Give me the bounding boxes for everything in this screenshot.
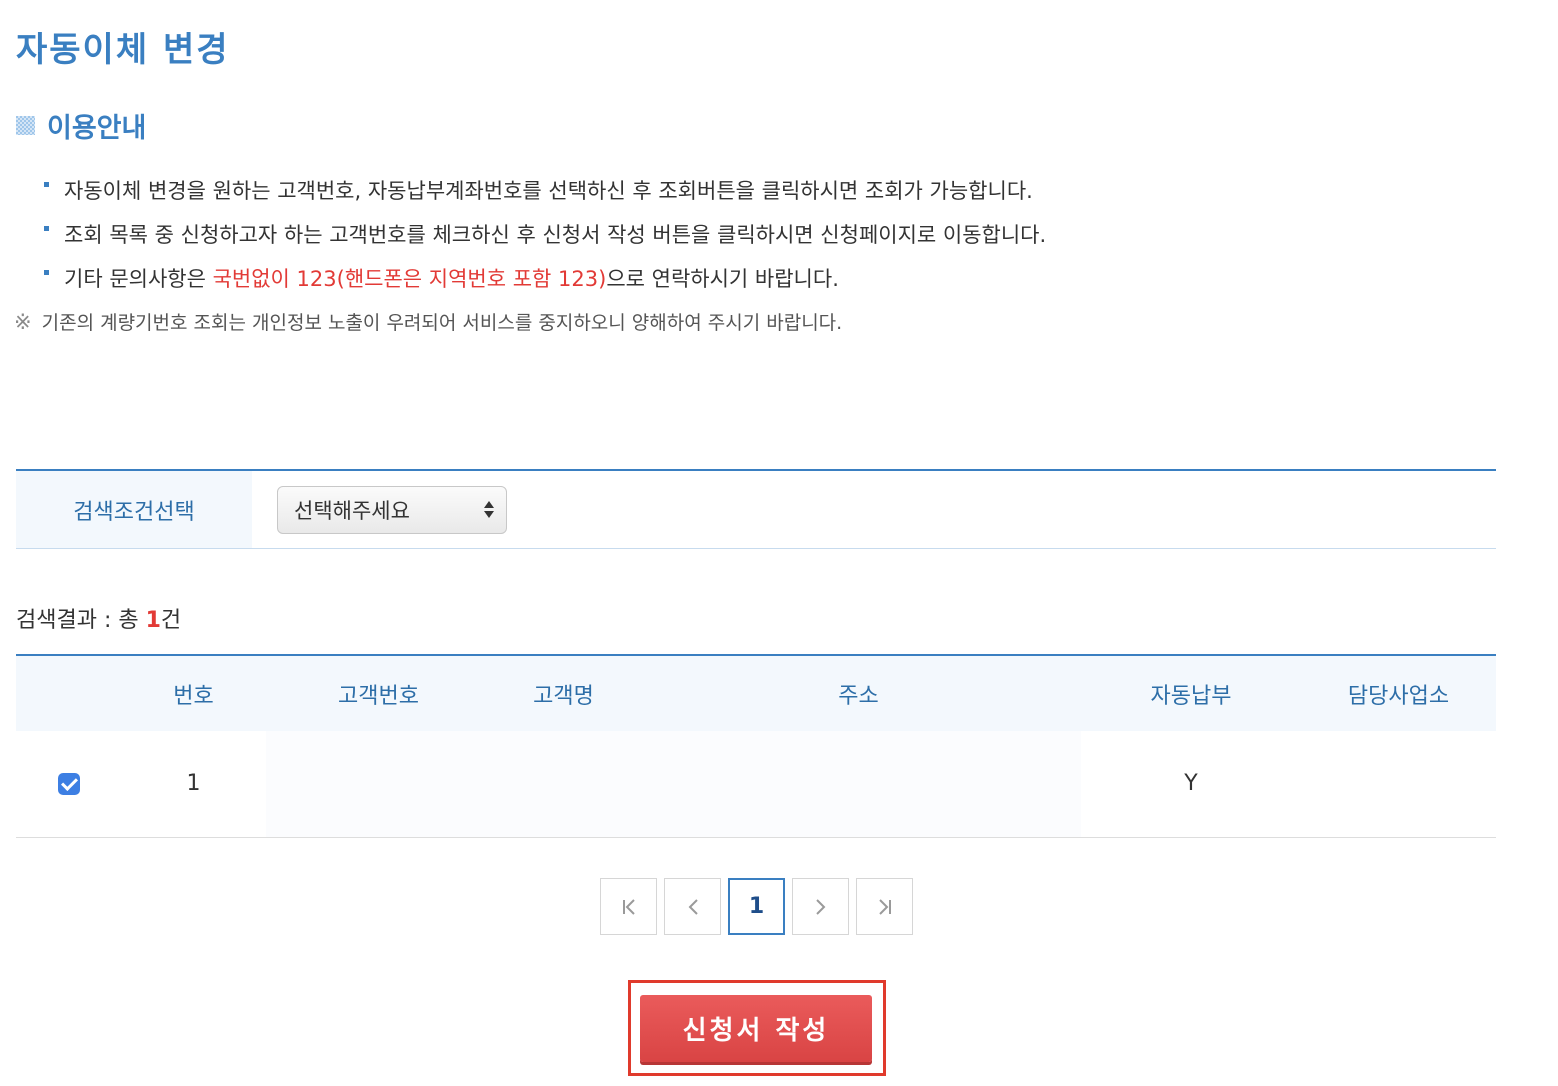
search-field: 선택해주세요 xyxy=(252,471,1496,548)
header-number: 번호 xyxy=(121,654,266,731)
result-number: 1 xyxy=(145,608,161,633)
chevron-left-icon xyxy=(688,898,698,915)
row-checkbox[interactable] xyxy=(57,773,80,796)
select-arrows-icon xyxy=(484,501,494,518)
header-select xyxy=(16,654,121,731)
first-page-button[interactable] xyxy=(600,878,657,935)
contact-suffix: 으로 연락하시기 바랍니다. xyxy=(606,267,839,291)
row-office xyxy=(1301,731,1496,838)
next-page-button[interactable] xyxy=(792,878,849,935)
table-header-row: 번호 고객번호 고객명 주소 자동납부 담당사업소 xyxy=(16,654,1496,731)
contact-phone: 국번없이 123(핸드폰은 지역번호 포함 123) xyxy=(212,267,607,291)
first-page-icon xyxy=(622,898,635,915)
select-value: 선택해주세요 xyxy=(294,498,410,523)
result-prefix: 검색결과 : 총 xyxy=(16,608,146,633)
search-condition-box: 검색조건선택 선택해주세요 xyxy=(16,469,1496,549)
header-auto-pay: 자동납부 xyxy=(1081,654,1301,731)
guide-section-title-text: 이용안내 xyxy=(47,113,147,144)
header-address: 주소 xyxy=(636,654,1081,731)
header-office: 담당사업소 xyxy=(1301,654,1496,731)
guide-list: 자동이체 변경을 원하는 고객번호, 자동납부계좌번호를 선택하신 후 조회버튼… xyxy=(44,170,1046,302)
row-checkbox-cell xyxy=(16,731,121,838)
header-customer-name: 고객명 xyxy=(491,654,636,731)
search-condition-label: 검색조건선택 xyxy=(16,471,252,548)
guide-section-title: 이용안내 xyxy=(16,106,146,145)
pagination: 1 xyxy=(600,878,913,935)
notice-text: 기존의 계량기번호 조회는 개인정보 노출이 우려되어 서비스를 중지하오니 양… xyxy=(41,312,843,334)
prev-page-button[interactable] xyxy=(664,878,721,935)
last-page-icon xyxy=(878,898,891,915)
row-address xyxy=(636,731,1081,838)
guide-item: 자동이체 변경을 원하는 고객번호, 자동납부계좌번호를 선택하신 후 조회버튼… xyxy=(44,170,1046,214)
row-auto-pay: Y xyxy=(1081,731,1301,838)
last-page-button[interactable] xyxy=(856,878,913,935)
contact-prefix: 기타 문의사항은 xyxy=(64,267,213,291)
guide-item: 조회 목록 중 신청하고자 하는 고객번호를 체크하신 후 신청서 작성 버튼을… xyxy=(44,214,1046,258)
result-suffix: 건 xyxy=(160,608,182,633)
notice: ※ 기존의 계량기번호 조회는 개인정보 노출이 우려되어 서비스를 중지하오니… xyxy=(14,308,842,335)
result-table: 번호 고객번호 고객명 주소 자동납부 담당사업소 1 Y xyxy=(16,654,1496,838)
page-title: 자동이체 변경 xyxy=(16,30,230,70)
row-number: 1 xyxy=(121,731,266,838)
square-bullet-icon xyxy=(16,116,35,135)
search-condition-select[interactable]: 선택해주세요 xyxy=(277,485,507,534)
chevron-right-icon xyxy=(815,898,825,915)
row-customer-number xyxy=(266,731,491,838)
page-number-button[interactable]: 1 xyxy=(728,878,785,935)
reference-mark-icon: ※ xyxy=(14,309,32,334)
result-count: 검색결과 : 총 1건 xyxy=(16,602,181,634)
header-customer-number: 고객번호 xyxy=(266,654,491,731)
table-row[interactable]: 1 Y xyxy=(16,731,1496,838)
row-customer-name xyxy=(491,731,636,838)
guide-item-contact: 기타 문의사항은 국번없이 123(핸드폰은 지역번호 포함 123)으로 연락… xyxy=(44,258,1046,302)
apply-form-button[interactable]: 신청서 작성 xyxy=(640,995,872,1062)
